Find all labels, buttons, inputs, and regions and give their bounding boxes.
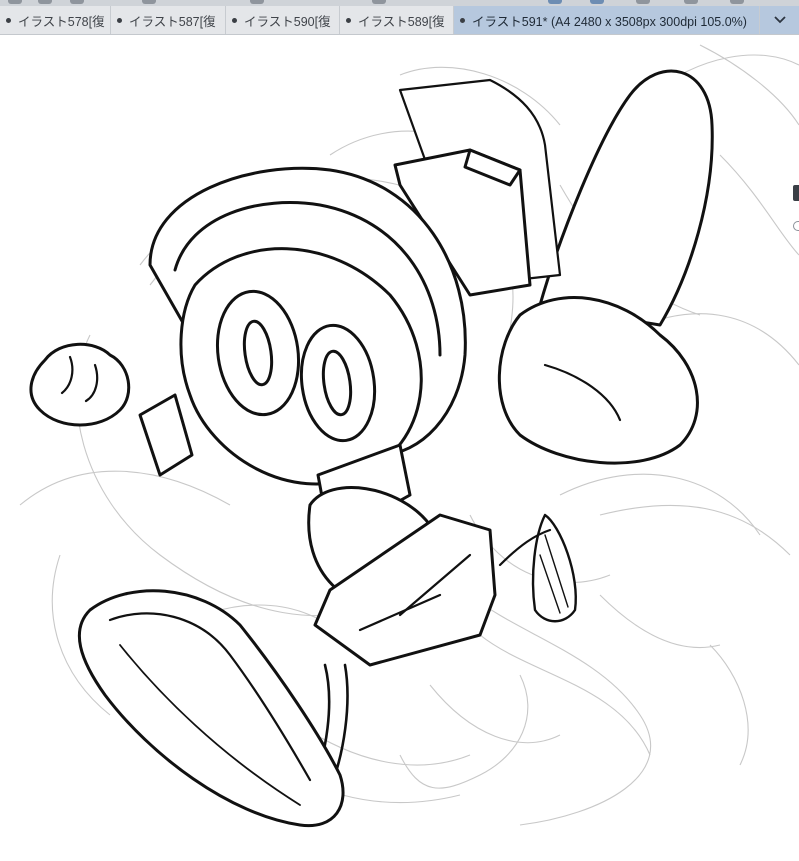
tool-icon[interactable] (250, 0, 264, 4)
tab-label: イラスト589[復 (358, 14, 445, 29)
tool-icon[interactable] (142, 0, 156, 4)
pointing-hand (497, 296, 699, 465)
tab-document[interactable]: イラスト587[復 (111, 6, 226, 34)
document-tab-bar: イラスト578[復 イラスト587[復 イラスト590[復 イラスト589[復 … (0, 6, 799, 35)
tool-icon[interactable] (684, 0, 698, 4)
ink-layer (29, 69, 714, 828)
tab-dot-icon (117, 17, 122, 23)
tool-icon[interactable] (590, 0, 604, 4)
tab-overflow-button[interactable] (760, 6, 799, 34)
tab-label: イラスト590[復 (244, 14, 331, 29)
tab-dot-icon (232, 17, 237, 23)
tab-dot-icon (346, 17, 351, 23)
tool-icon[interactable] (8, 0, 22, 4)
tool-icon[interactable] (372, 0, 386, 4)
fist (29, 342, 131, 427)
tool-icon[interactable] (730, 0, 744, 4)
tab-label: イラスト591* (A4 2480 x 3508px 300dpi 105.0%… (472, 14, 747, 29)
panel-toggle-icon[interactable] (793, 185, 799, 201)
tab-label: イラスト578[復 (18, 14, 105, 29)
tool-icon[interactable] (38, 0, 52, 4)
tab-document[interactable]: イラスト578[復 (0, 6, 111, 34)
tab-dot-icon (6, 17, 11, 23)
tab-document[interactable]: イラスト589[復 (340, 6, 454, 34)
pointing-finger (538, 69, 714, 327)
tool-icon[interactable] (548, 0, 562, 4)
tab-label: イラスト587[復 (129, 14, 216, 29)
drawing-canvas[interactable] (0, 35, 799, 861)
tab-dot-icon (460, 17, 465, 23)
tool-icon[interactable] (636, 0, 650, 4)
tab-document-active[interactable]: イラスト591* (A4 2480 x 3508px 300dpi 105.0%… (454, 6, 760, 34)
tab-document[interactable]: イラスト590[復 (226, 6, 340, 34)
shoe (77, 589, 345, 828)
panel-ring-icon[interactable] (793, 221, 799, 231)
artwork (19, 44, 799, 828)
chevron-down-icon (773, 16, 786, 24)
panel-edge-controls (793, 185, 799, 245)
tool-icon[interactable] (70, 0, 84, 4)
